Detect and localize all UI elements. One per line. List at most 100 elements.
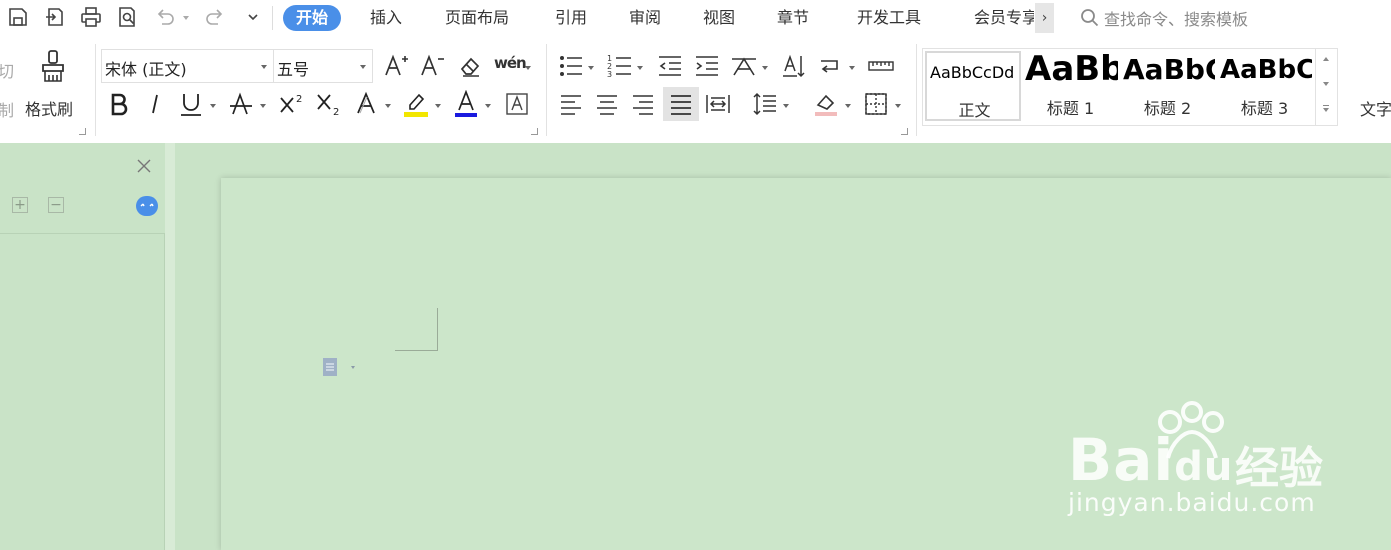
distributed-align-icon[interactable] <box>703 89 733 119</box>
chinese-layout-icon[interactable] <box>729 51 759 81</box>
highlight-icon[interactable] <box>401 89 431 119</box>
print-preview-icon[interactable] <box>114 4 140 30</box>
format-painter-label[interactable]: 格式刷 <box>25 96 73 120</box>
tab-view[interactable]: 视图 <box>703 5 735 31</box>
tab-developer[interactable]: 开发工具 <box>857 5 921 31</box>
tab-stops-icon[interactable] <box>866 51 896 81</box>
underline-icon[interactable] <box>176 89 206 119</box>
save-icon[interactable] <box>5 4 31 30</box>
font-name-value: 宋体 (正文) <box>105 60 187 79</box>
text-tool-icon[interactable] <box>1377 51 1391 81</box>
style-heading-3[interactable]: AaBbCc 标题 3 <box>1217 51 1312 121</box>
tab-references[interactable]: 引用 <box>555 5 587 31</box>
shading-icon[interactable] <box>811 89 841 119</box>
superscript-icon[interactable]: 2 <box>277 89 307 119</box>
character-border-icon[interactable] <box>502 89 532 119</box>
italic-icon[interactable] <box>140 89 170 119</box>
ribbon-home: 切 制 格式刷 宋体 (正文) 五号 wén 2 2 1 2 3 AaBbCcD… <box>0 36 1391 143</box>
nav-options-icon[interactable] <box>136 196 158 216</box>
tab-review[interactable]: 审阅 <box>629 5 661 31</box>
font-name-select[interactable]: 宋体 (正文) <box>101 49 274 83</box>
tab-member[interactable]: 会员专享 <box>974 5 1034 31</box>
align-left-icon[interactable] <box>556 89 586 119</box>
copy-button-label[interactable]: 制 <box>0 97 14 121</box>
style-heading-1[interactable]: AaBb 标题 1 <box>1023 51 1118 121</box>
chevron-down-icon[interactable] <box>782 102 790 110</box>
justify-icon[interactable] <box>663 87 699 121</box>
font-size-select[interactable]: 五号 <box>273 49 373 83</box>
chevron-down-icon[interactable] <box>761 64 769 72</box>
search-icon <box>1081 9 1099 27</box>
sort-icon[interactable] <box>779 51 809 81</box>
bold-icon[interactable] <box>104 89 134 119</box>
customize-toolbar-icon[interactable] <box>240 4 266 30</box>
chevron-down-icon[interactable] <box>384 102 392 110</box>
chevron-down-icon[interactable] <box>636 64 644 72</box>
chevron-down-icon[interactable] <box>259 102 267 110</box>
expand-all-icon[interactable]: + <box>12 197 28 213</box>
chevron-down-icon[interactable] <box>894 102 902 110</box>
grow-font-icon[interactable] <box>381 51 411 81</box>
format-painter-icon[interactable] <box>36 48 70 84</box>
bullets-icon[interactable] <box>556 51 586 81</box>
chevron-down-icon[interactable] <box>209 102 217 110</box>
show-hide-marks-icon[interactable] <box>816 51 846 81</box>
navigation-pane: t + − <box>0 143 175 550</box>
chevron-down-icon[interactable] <box>484 102 492 110</box>
tab-page-layout[interactable]: 页面布局 <box>445 5 509 31</box>
tabs-scroll-right-button[interactable]: › <box>1035 3 1054 33</box>
collapse-all-icon[interactable]: − <box>48 197 64 213</box>
subscript-icon[interactable]: 2 <box>314 89 344 119</box>
export-icon[interactable] <box>42 4 68 30</box>
tab-insert[interactable]: 插入 <box>370 5 402 31</box>
borders-icon[interactable] <box>861 89 891 119</box>
style-normal[interactable]: AaBbCcDd 正文 <box>925 51 1021 121</box>
clear-formatting-icon[interactable] <box>455 51 485 81</box>
increase-indent-icon[interactable] <box>692 51 722 81</box>
chevron-down-icon[interactable] <box>587 64 595 72</box>
gallery-expand-icon[interactable] <box>1323 105 1329 106</box>
strikethrough-icon[interactable] <box>226 89 256 119</box>
cut-button-label[interactable]: 切 <box>0 58 14 82</box>
watermark-cn: 经验 <box>1235 443 1323 494</box>
print-icon[interactable] <box>78 4 104 30</box>
paste-options-icon[interactable] <box>321 356 361 380</box>
tab-bar: 开始 插入 页面布局 引用 审阅 视图 章节 开发工具 会员专享 › 查找命令、… <box>0 0 1391 36</box>
undo-icon[interactable] <box>152 4 178 30</box>
styles-scroll[interactable] <box>1315 49 1338 125</box>
tab-chapter[interactable]: 章节 <box>777 5 809 31</box>
pinyin-guide-icon[interactable]: wén <box>494 54 527 72</box>
chevron-down-icon[interactable] <box>844 102 852 110</box>
clipboard-launcher[interactable] <box>79 128 86 135</box>
line-spacing-icon[interactable] <box>750 89 780 119</box>
outline-list[interactable] <box>0 233 165 550</box>
chevron-down-icon[interactable] <box>848 64 856 72</box>
decrease-indent-icon[interactable] <box>655 51 685 81</box>
redo-icon[interactable] <box>202 4 228 30</box>
scroll-up-icon[interactable] <box>1323 57 1329 61</box>
style-name: 标题 2 <box>1143 99 1192 118</box>
font-color-icon[interactable] <box>451 89 481 119</box>
text-tool-label[interactable]: 文字 <box>1360 96 1391 120</box>
svg-text:2: 2 <box>296 94 302 105</box>
align-center-icon[interactable] <box>592 89 622 119</box>
undo-dropdown-icon[interactable] <box>182 14 190 22</box>
command-search-box[interactable]: 查找命令、搜索模板 <box>1080 5 1248 31</box>
scroll-down-icon[interactable] <box>1323 82 1329 86</box>
tab-home[interactable]: 开始 <box>283 5 342 31</box>
divider <box>272 6 273 30</box>
text-effects-icon[interactable] <box>352 89 382 119</box>
chevron-down-icon[interactable] <box>524 64 532 72</box>
svg-text:3: 3 <box>607 70 612 79</box>
divider <box>95 44 96 136</box>
font-launcher[interactable] <box>531 128 538 135</box>
svg-text:2: 2 <box>333 107 339 117</box>
align-right-icon[interactable] <box>628 89 658 119</box>
shrink-font-icon[interactable] <box>417 51 447 81</box>
chevron-down-icon[interactable] <box>434 102 442 110</box>
paragraph-launcher[interactable] <box>901 128 908 135</box>
close-icon[interactable] <box>135 157 153 175</box>
numbering-icon[interactable]: 123 <box>605 51 635 81</box>
pane-splitter[interactable] <box>165 143 175 550</box>
style-heading-2[interactable]: AaBbC 标题 2 <box>1120 51 1215 121</box>
